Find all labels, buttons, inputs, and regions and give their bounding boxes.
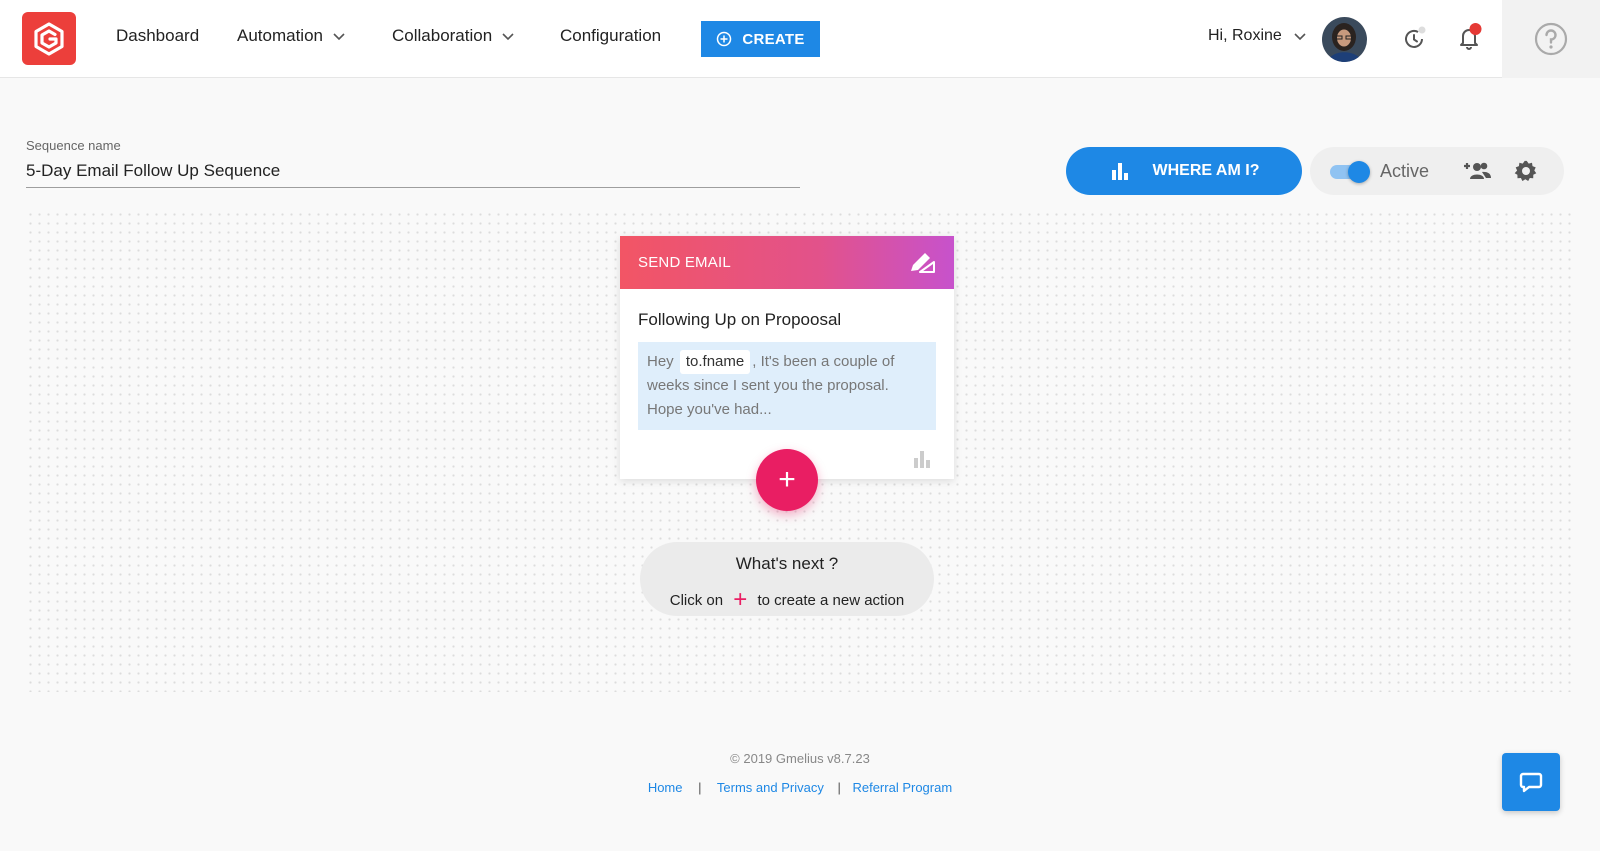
- bell-icon[interactable]: [1454, 22, 1484, 57]
- whats-next-suffix: to create a new action: [757, 592, 905, 609]
- help-icon: [1534, 22, 1568, 56]
- add-action-button[interactable]: +: [756, 449, 818, 511]
- card-header-title: SEND EMAIL: [638, 254, 731, 271]
- card-header: SEND EMAIL: [620, 236, 954, 289]
- nav-automation-label: Automation: [237, 26, 323, 45]
- plus-icon: +: [733, 586, 748, 613]
- chat-icon: [1519, 772, 1543, 793]
- help-button[interactable]: [1502, 0, 1600, 78]
- nav-configuration-label: Configuration: [560, 26, 662, 45]
- sequence-name-input[interactable]: [26, 155, 800, 188]
- footer-link-terms[interactable]: Terms and Privacy: [717, 780, 824, 795]
- chevron-down-icon: [1294, 33, 1306, 41]
- where-am-i-button[interactable]: WHERE AM I?: [1066, 147, 1302, 195]
- footer-separator: |: [698, 780, 702, 795]
- footer-separator: |: [837, 780, 841, 795]
- card-stats-icon[interactable]: [912, 450, 932, 473]
- footer-links: Home | Terms and Privacy | Referral Prog…: [0, 780, 1600, 795]
- gear-icon[interactable]: [1514, 159, 1538, 188]
- variable-chip: to.fname: [679, 350, 751, 374]
- whats-next-subtitle: Click on + to create a new action: [640, 584, 934, 613]
- plus-circle-icon: [717, 31, 732, 47]
- nav-automation[interactable]: Automation: [237, 26, 347, 46]
- sequence-status-bar: Active: [1310, 147, 1564, 195]
- bar-chart-icon: [1111, 163, 1128, 180]
- create-label: CREATE: [742, 30, 805, 48]
- active-label: Active: [1380, 161, 1430, 181]
- nav-collaboration-label: Collaboration: [392, 26, 493, 45]
- whats-next-prefix: Click on: [669, 592, 724, 609]
- email-preview: Hey to.fname, It's been a couple of week…: [638, 342, 936, 430]
- history-icon[interactable]: [1401, 26, 1427, 57]
- chevron-down-icon: [502, 33, 514, 41]
- nav-configuration[interactable]: Configuration: [560, 26, 661, 46]
- add-people-icon[interactable]: [1462, 159, 1492, 188]
- greeting-text: Hi, Roxine: [1208, 27, 1282, 44]
- whats-next-hint: What's next ? Click on + to create a new…: [640, 542, 934, 616]
- avatar[interactable]: [1322, 17, 1367, 62]
- where-am-i-label: WHERE AM I?: [1152, 162, 1260, 179]
- gmelius-logo-icon[interactable]: [22, 12, 76, 65]
- user-menu[interactable]: Hi, Roxine: [1208, 27, 1308, 45]
- footer-link-referral[interactable]: Referral Program: [852, 780, 952, 795]
- email-preview-prefix: Hey: [647, 353, 674, 370]
- copyright: © 2019 Gmelius v8.7.23: [730, 751, 870, 766]
- active-toggle[interactable]: [1330, 161, 1370, 183]
- sequence-name-label: Sequence name: [26, 138, 121, 153]
- nav-collaboration[interactable]: Collaboration: [392, 26, 516, 46]
- nav-dashboard[interactable]: Dashboard: [116, 26, 199, 46]
- top-bar: Dashboard Automation Collaboration Confi…: [0, 0, 1600, 78]
- toggle-knob: [1348, 161, 1370, 183]
- whats-next-title: What's next ?: [735, 554, 839, 573]
- footer-link-home[interactable]: Home: [648, 780, 683, 795]
- create-button[interactable]: CREATE: [701, 21, 820, 57]
- send-email-card[interactable]: SEND EMAIL Following Up on Propoosal Hey…: [620, 236, 954, 479]
- chevron-down-icon: [333, 33, 345, 41]
- edit-icon[interactable]: [908, 251, 936, 275]
- nav-dashboard-label: Dashboard: [116, 26, 200, 45]
- email-subject: Following Up on Propoosal: [638, 310, 842, 329]
- chat-button[interactable]: [1502, 753, 1560, 811]
